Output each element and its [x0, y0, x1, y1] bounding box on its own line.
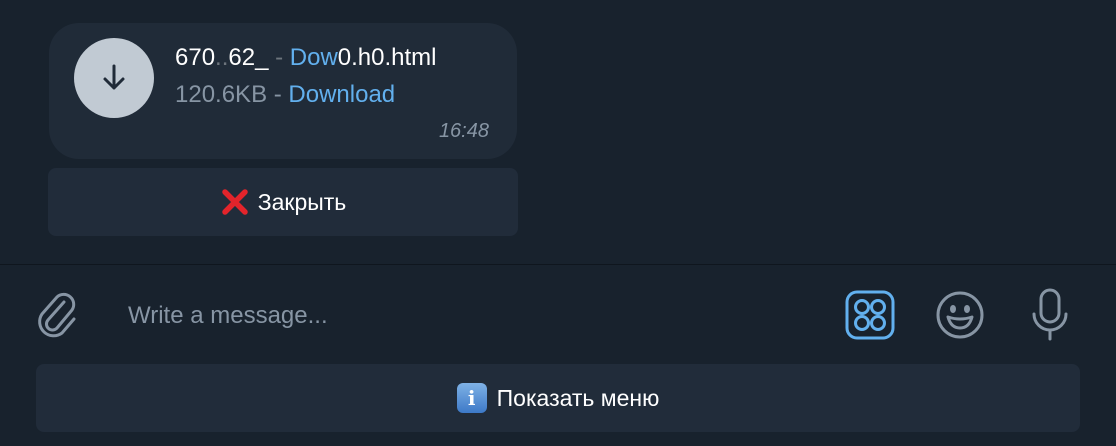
file-name-blur: ..	[215, 44, 229, 71]
file-name-part: 670	[175, 44, 216, 71]
show-menu-button[interactable]: i Показать меню	[36, 364, 1080, 432]
microphone-icon[interactable]	[1030, 288, 1070, 342]
apps-grid-icon[interactable]	[845, 290, 895, 340]
file-name-link: Dow	[289, 44, 338, 71]
download-arrow-icon	[103, 64, 125, 90]
file-name-part: 0.h0.html	[337, 44, 437, 71]
message-input[interactable]	[128, 296, 808, 336]
close-inline-button[interactable]: Закрыть	[48, 168, 518, 236]
chat-area: 670..62_ - Dow0.h0.html 120.6KB - Downlo…	[0, 0, 1116, 264]
file-name-sep: -	[268, 44, 290, 71]
close-button-label: Закрыть	[257, 188, 347, 215]
download-link[interactable]: Download	[288, 81, 395, 108]
red-cross-icon	[220, 187, 250, 217]
file-message-bubble: 670..62_ - Dow0.h0.html 120.6KB - Downlo…	[49, 23, 517, 159]
file-size: 120.6KB	[175, 81, 268, 108]
paperclip-icon[interactable]	[34, 290, 82, 340]
show-menu-label: Показать меню	[496, 384, 660, 411]
info-icon: i	[456, 383, 487, 413]
download-button[interactable]	[74, 38, 154, 118]
file-meta-separator: -	[267, 81, 289, 108]
smiley-icon[interactable]	[935, 290, 985, 340]
file-name-part: 62_	[228, 44, 269, 71]
message-time: 16:48	[438, 120, 489, 142]
file-meta: 120.6KB - Download	[175, 81, 395, 109]
file-name[interactable]: 670..62_ - Dow0.h0.html	[175, 44, 437, 72]
